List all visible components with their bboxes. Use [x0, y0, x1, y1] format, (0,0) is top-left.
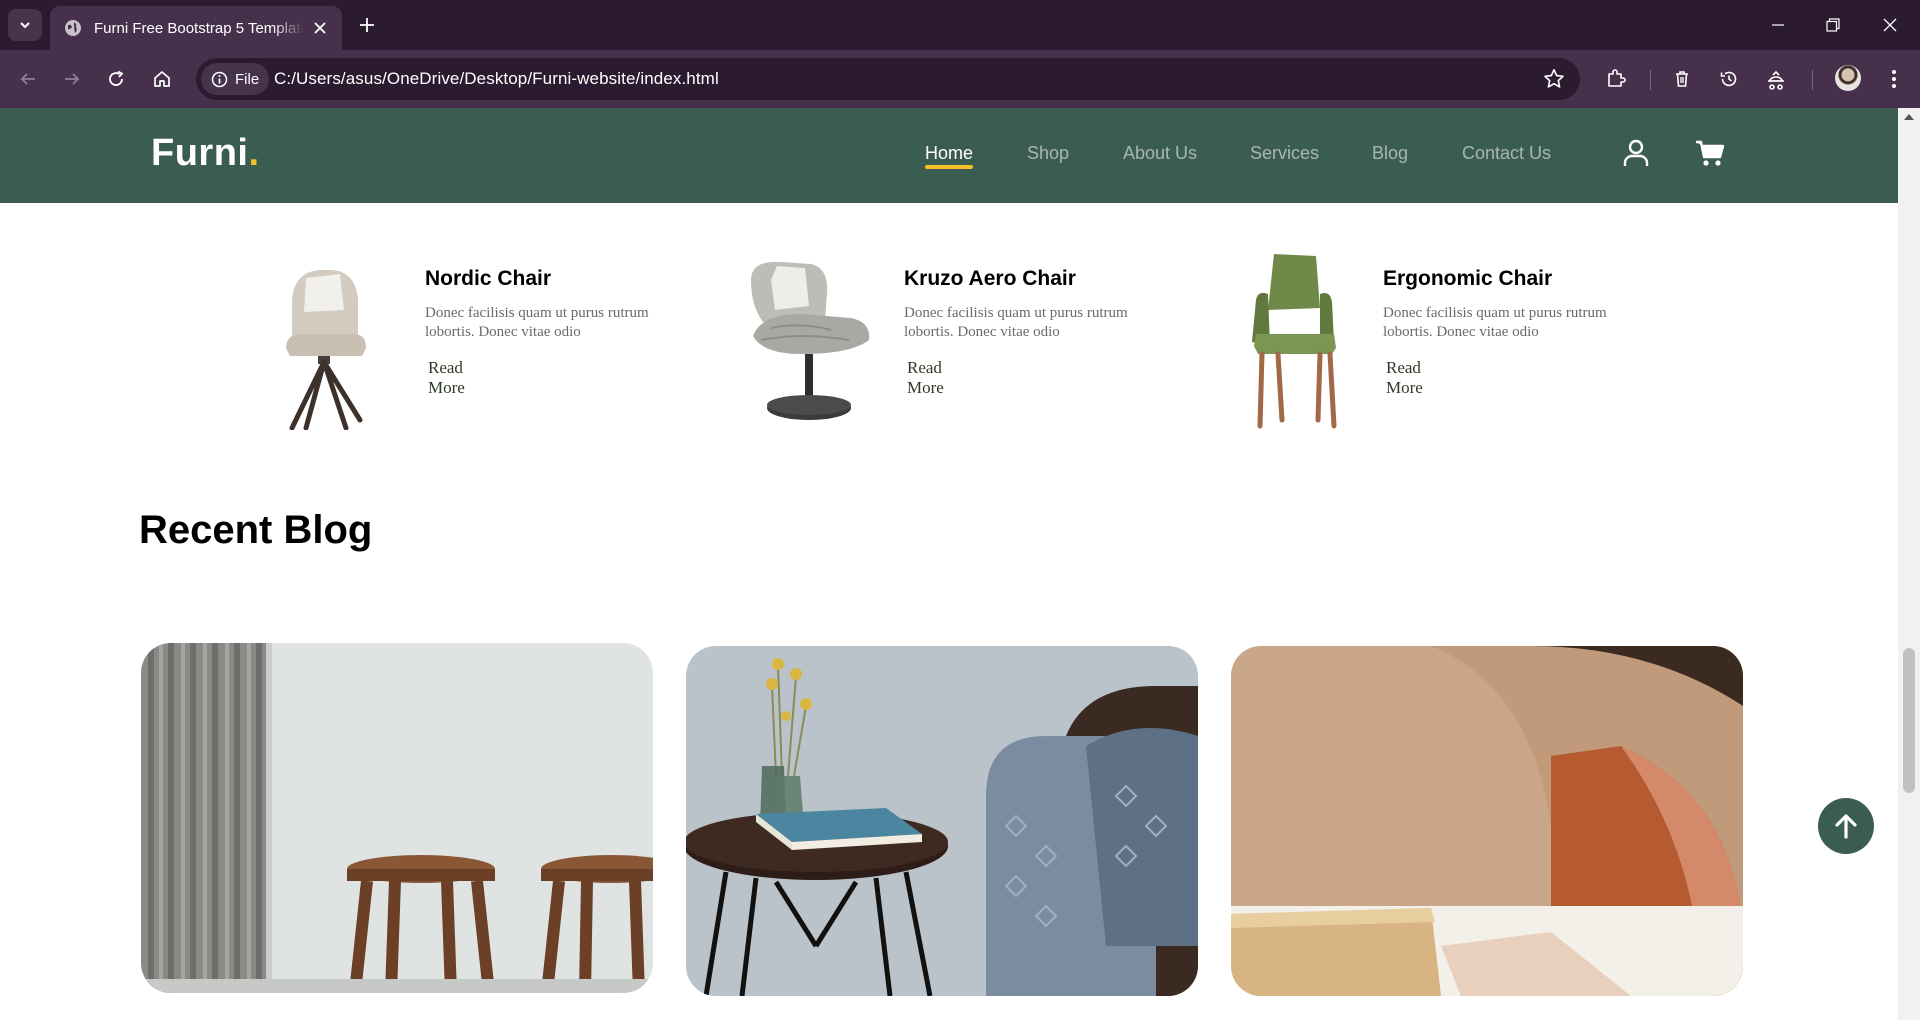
forward-button[interactable] [56, 63, 88, 95]
scroll-up-arrow-icon[interactable] [1904, 114, 1914, 120]
stools-photo [141, 643, 653, 993]
globe-icon [65, 20, 81, 36]
nav-home[interactable]: Home [925, 143, 973, 164]
product-description: Donec facilisis quam ut purus rutrum lob… [425, 305, 649, 340]
product-title: Kruzo Aero Chair [904, 267, 1076, 290]
restore-icon [1826, 18, 1840, 32]
toolbar-separator [1812, 70, 1813, 90]
home-button[interactable] [146, 63, 178, 95]
reload-button[interactable] [100, 63, 132, 95]
new-tab-button[interactable] [352, 10, 382, 40]
address-bar[interactable]: File C:/Users/asus/OneDrive/Desktop/Furn… [196, 58, 1580, 100]
blog-card-image[interactable] [141, 643, 653, 993]
product-description: Donec facilisis quam ut purus rutrum lob… [1383, 305, 1607, 340]
extension-puzzle-icon [1768, 70, 1784, 90]
blog-card-image[interactable] [686, 646, 1198, 996]
nordic-chair-image [286, 270, 366, 430]
site-navbar: Furni. Home Shop About Us Services Blog … [0, 108, 1898, 203]
brand-name: Furni [151, 132, 249, 174]
kruzo-aero-chair-image [751, 261, 870, 420]
close-icon[interactable] [310, 18, 330, 38]
minimize-icon [1772, 24, 1784, 26]
brand-dot: . [248, 132, 260, 174]
product-description: Donec facilisis quam ut purus rutrum lob… [904, 305, 1128, 340]
toolbar-separator [1650, 70, 1651, 90]
browser-tab[interactable]: Furni Free Bootstrap 5 Template [50, 6, 342, 50]
side-table-photo [686, 646, 1198, 996]
more-menu-button[interactable] [1878, 63, 1910, 95]
nav-about-us[interactable]: About Us [1123, 143, 1197, 164]
tab-search-button[interactable] [8, 9, 42, 41]
site-info-button[interactable]: File [201, 63, 269, 95]
page-viewport: Furni. Home Shop About Us Services Blog … [0, 108, 1898, 1020]
cart-icon[interactable] [1693, 136, 1727, 170]
reload-icon [109, 70, 124, 86]
blog-card-image[interactable] [1231, 646, 1743, 996]
product-title: Nordic Chair [425, 267, 552, 290]
wood-arch-photo [1231, 646, 1743, 996]
browser-toolbar: File C:/Users/asus/OneDrive/Desktop/Furn… [0, 50, 1920, 108]
chevron-down-icon [20, 22, 30, 29]
back-button[interactable] [12, 63, 44, 95]
page-scrollbar[interactable] [1898, 108, 1920, 1020]
brand-logo[interactable]: Furni. [151, 132, 260, 175]
extension-puzzle-button[interactable] [1760, 63, 1792, 95]
plus-icon [360, 18, 374, 32]
delete-button[interactable] [1666, 63, 1698, 95]
recent-blog-heading: Recent Blog [139, 508, 373, 552]
close-window-button[interactable] [1870, 10, 1910, 40]
tab-title: Furni Free Bootstrap 5 Template [94, 19, 304, 37]
nav-blog[interactable]: Blog [1372, 143, 1408, 164]
extensions-button[interactable] [1600, 63, 1632, 95]
history-icon [1720, 71, 1737, 87]
extensions-icon [1608, 69, 1626, 87]
product-title: Ergonomic Chair [1383, 267, 1553, 290]
arrow-up-icon [1835, 814, 1857, 839]
ergonomic-chair-image [1252, 254, 1337, 429]
home-icon [154, 71, 170, 87]
url-text[interactable]: C:/Users/asus/OneDrive/Desktop/Furni-web… [274, 69, 719, 89]
back-to-top-button[interactable] [1818, 798, 1874, 854]
restore-button[interactable] [1813, 10, 1853, 40]
read-more-link[interactable]: Read More [1386, 358, 1423, 398]
read-more-link[interactable]: Read More [907, 358, 944, 398]
user-icon[interactable] [1619, 136, 1653, 170]
back-icon [20, 73, 35, 85]
star-icon[interactable] [1542, 67, 1566, 91]
nav-services[interactable]: Services [1250, 143, 1319, 164]
file-chip-label: File [235, 70, 260, 88]
read-more-link[interactable]: Read More [428, 358, 465, 398]
browser-tab-bar: Furni Free Bootstrap 5 Template [0, 0, 1920, 50]
nav-contact-us[interactable]: Contact Us [1462, 143, 1551, 164]
scrollbar-thumb[interactable] [1903, 648, 1915, 793]
profile-avatar[interactable] [1835, 65, 1861, 91]
minimize-button[interactable] [1758, 10, 1798, 40]
info-icon [211, 71, 228, 87]
trash-icon [1676, 71, 1688, 87]
history-button[interactable] [1713, 63, 1745, 95]
nav-active-indicator [925, 165, 973, 169]
more-icon [1892, 70, 1896, 88]
forward-icon [65, 73, 80, 85]
nav-shop[interactable]: Shop [1027, 143, 1069, 164]
close-window-icon [1883, 18, 1897, 32]
